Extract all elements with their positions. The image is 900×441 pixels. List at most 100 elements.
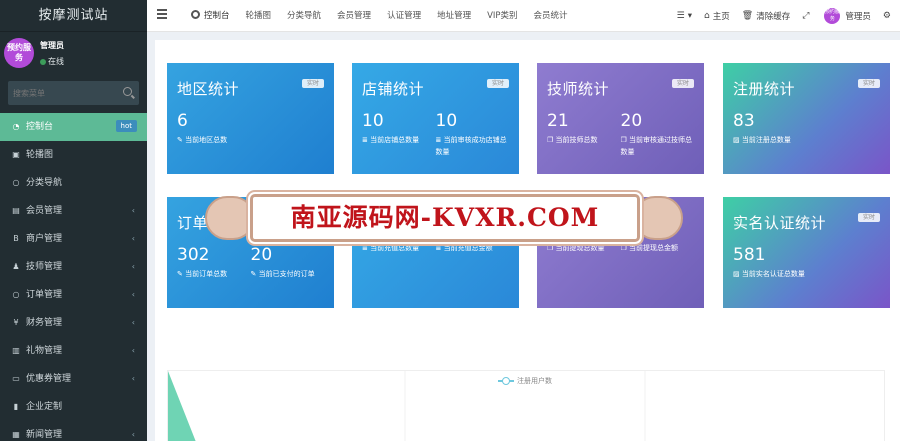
pencil-icon: ✎ xyxy=(177,270,183,278)
stat-number: 21 xyxy=(547,111,569,131)
tab-label: 分类导航 xyxy=(287,11,322,21)
clear-cache-label: 清除缓存 xyxy=(756,12,791,22)
clear-cache-button[interactable]: 🗑 清除缓存 xyxy=(736,10,796,22)
navbar-right: ☰ ▾ ⌂ 主页 🗑 清除缓存 ⤢ 预约服务 管理员 ⚙ xyxy=(671,0,900,32)
user-panel: 预约服务 管理员 在线 xyxy=(0,32,147,77)
tab-label: 控制台 xyxy=(204,11,230,21)
search-icon[interactable] xyxy=(123,87,132,96)
sidebar-item-gifts[interactable]: ▥ 礼物管理 ‹ xyxy=(0,337,147,365)
tab-address[interactable]: 地址管理 xyxy=(429,0,479,32)
settings-button[interactable]: ⚙ xyxy=(877,11,900,21)
stat-number: 581 xyxy=(733,245,766,265)
tab-carousel[interactable]: 轮播图 xyxy=(238,0,280,32)
register-users-chart: 注册用户数 xyxy=(167,370,885,441)
stat-number: 10 xyxy=(435,111,458,131)
stat-desc-text: 当前订单总数 xyxy=(185,270,228,278)
sidebar-item-label: 礼物管理 xyxy=(26,346,63,356)
sidebar-item-label: 优惠券管理 xyxy=(26,374,72,384)
stat-item: 302 ✎ 当前订单总数 xyxy=(177,245,251,280)
sidebar-item-label: 技师管理 xyxy=(26,262,63,272)
image-icon: ▨ xyxy=(733,136,740,144)
sidebar-item-label: 分类导航 xyxy=(26,178,63,188)
tab-category[interactable]: 分类导航 xyxy=(279,0,329,32)
tab-vip[interactable]: VIP类别 xyxy=(479,0,525,32)
sidebar-item-dashboard[interactable]: ◔ 控制台 hot xyxy=(0,113,147,141)
circle-icon: ○ xyxy=(12,178,20,187)
tab-dashboard[interactable]: 控制台 xyxy=(183,0,238,32)
sidebar-item-finance[interactable]: ¥ 财务管理 ‹ xyxy=(0,309,147,337)
expand-icon: ⤢ xyxy=(802,11,810,21)
watermark-banner: 南亚源码网-KVXR.COM xyxy=(205,188,683,248)
stat-desc-text: 当前店铺总数量 xyxy=(370,136,420,144)
sidebar-search xyxy=(8,81,139,105)
ticket-icon: ▭ xyxy=(12,374,20,383)
chevron-left-icon: ‹ xyxy=(131,290,135,299)
stat-desc-text: 当前已支付的订单 xyxy=(258,270,315,278)
sidebar-item-news[interactable]: ▦ 新闻管理 ‹ xyxy=(0,421,147,441)
tab-members[interactable]: 会员管理 xyxy=(329,0,379,32)
user-menu[interactable]: 预约服务 管理员 xyxy=(818,8,877,24)
sidebar-item-orders[interactable]: ○ 订单管理 ‹ xyxy=(0,281,147,309)
gauge-icon: ◔ xyxy=(12,122,20,131)
stat-card-region: 地区统计 实时 6 ✎ 当前地区总数 xyxy=(167,63,334,174)
trash-icon: 🗑 xyxy=(741,11,754,21)
ornament-icon xyxy=(205,196,255,240)
stat-desc-text: 当前实名认证总数量 xyxy=(741,270,805,278)
sidebar-item-merchants[interactable]: B 商户管理 ‹ xyxy=(0,225,147,253)
chart-area-series xyxy=(168,371,196,441)
stat-desc: ≣ 当前审核成功店铺总数量 xyxy=(436,134,508,158)
tab-label: 会员统计 xyxy=(533,11,568,21)
database-icon: ≣ xyxy=(435,136,442,144)
user-status-label: 在线 xyxy=(48,57,64,66)
chart-legend[interactable]: 注册用户数 xyxy=(498,376,552,386)
fullscreen-button[interactable]: ⤢ xyxy=(796,11,818,21)
stat-desc-text: 当前注册总数量 xyxy=(741,136,791,144)
tab-label: VIP类别 xyxy=(487,11,518,21)
legend-marker-icon xyxy=(498,377,514,385)
stat-item: 20 ✎ 当前已支付的订单 xyxy=(251,245,325,280)
stat-number: 6 xyxy=(177,111,188,131)
image-icon: ▣ xyxy=(12,150,20,159)
stat-card-technician: 技师统计 实时 21 ❐ 当前技师总数 20 ❐ 当前审核通过技师总数量 xyxy=(537,63,704,174)
sidebar-item-coupons[interactable]: ▭ 优惠券管理 ‹ xyxy=(0,365,147,393)
tab-verification[interactable]: 认证管理 xyxy=(379,0,429,32)
stat-card-register: 注册统计 实时 83 ▨ 当前注册总数量 xyxy=(723,63,890,174)
sidebar-item-category[interactable]: ○ 分类导航 xyxy=(0,169,147,197)
tab-label: 会员管理 xyxy=(337,11,372,21)
hot-badge: hot xyxy=(115,120,137,132)
tab-label: 轮播图 xyxy=(245,11,272,21)
database-icon: ≣ xyxy=(362,136,368,144)
circle-icon: ○ xyxy=(12,290,20,299)
user-status: 在线 xyxy=(40,56,147,67)
user-name: 管理员 xyxy=(40,41,64,50)
tab-member-stats[interactable]: 会员统计 xyxy=(526,0,576,32)
search-input[interactable] xyxy=(8,81,118,105)
sidebar-item-enterprise[interactable]: ▮ 企业定制 xyxy=(0,393,147,421)
sidebar-item-carousel[interactable]: ▣ 轮播图 xyxy=(0,141,147,169)
stat-desc: ≣ 当前店铺总数量 xyxy=(362,134,434,146)
top-navbar: 控制台 轮播图 分类导航 会员管理 认证管理 地址管理 VIP类别 会员统计 ☰… xyxy=(147,0,900,32)
sidebar-menu: ◔ 控制台 hot ▣ 轮播图 ○ 分类导航 ▤ 会员管理 ‹ B 商户管理 ‹ ♟ 技师管理 ‹ … xyxy=(0,113,147,441)
home-icon: ⌂ xyxy=(704,11,710,21)
sidebar-item-label: 企业定制 xyxy=(26,402,63,412)
stat-item: 21 ❐ 当前技师总数 xyxy=(547,111,621,158)
menu-toggle-icon[interactable] xyxy=(157,9,167,21)
pencil-icon: ✎ xyxy=(250,270,257,278)
ornament-icon xyxy=(633,196,683,240)
tabs-menu-button[interactable]: ☰ ▾ xyxy=(671,11,698,21)
chevron-left-icon: ‹ xyxy=(131,262,135,271)
home-button[interactable]: ⌂ 主页 xyxy=(698,10,736,22)
user-icon: ♟ xyxy=(12,262,20,271)
stat-desc: ✎ 当前订单总数 xyxy=(177,268,249,280)
sidebar-item-members[interactable]: ▤ 会员管理 ‹ xyxy=(0,197,147,225)
brand-title[interactable]: 按摩测试站 xyxy=(0,0,147,32)
stat-desc: ▨ 当前注册总数量 xyxy=(733,134,805,146)
stat-number: 302 xyxy=(177,245,210,265)
chevron-left-icon: ‹ xyxy=(131,318,135,327)
card-badge: 实时 xyxy=(857,79,880,88)
card-badge: 实时 xyxy=(857,213,880,222)
sidebar-item-technicians[interactable]: ♟ 技师管理 ‹ xyxy=(0,253,147,281)
card-badge: 实时 xyxy=(671,79,694,88)
watermark-text: 南亚源码网-KVXR.COM xyxy=(290,203,600,232)
stat-desc-text: 当前地区总数 xyxy=(185,136,228,144)
